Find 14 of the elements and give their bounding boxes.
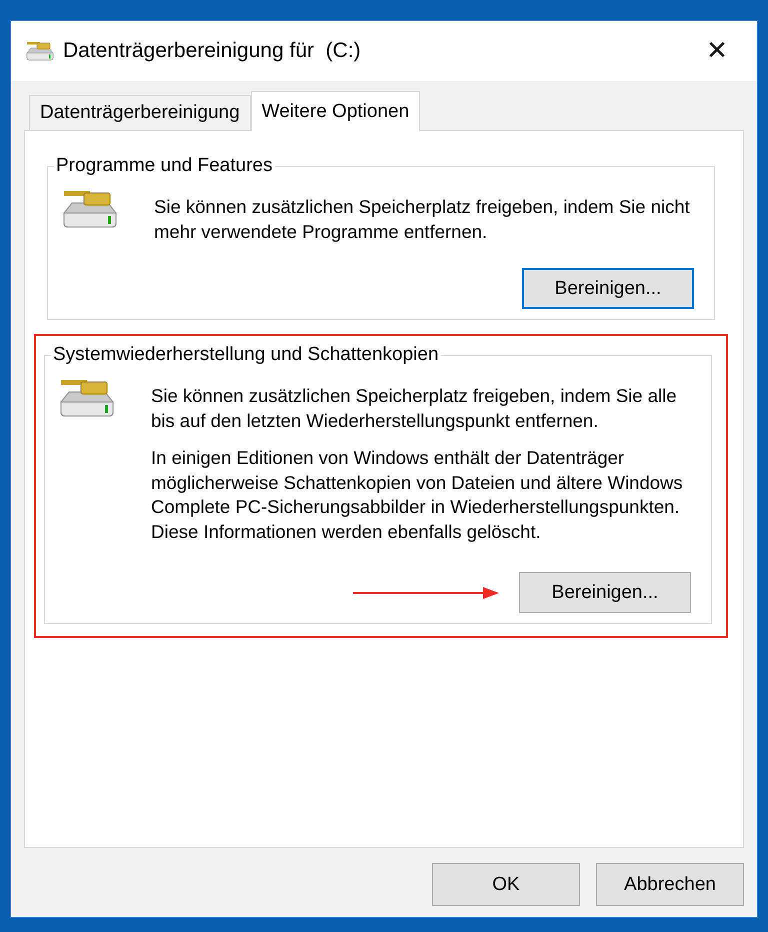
group-title: Programme und Features (55, 155, 274, 177)
cleanup-button[interactable]: Bereinigen... (519, 572, 691, 613)
close-button[interactable]: ✕ (687, 21, 747, 81)
cleanup-button[interactable]: Bereinigen... (522, 268, 694, 309)
description-text: Sie können zusätzlichen Speicherplatz freigeben, indem Sie alle bis auf den letzten Wiederherstellungspunkt entfernen. (151, 384, 678, 433)
drive-cleanup-icon (25, 40, 55, 62)
tab[interactable]: Weitere Optionen (250, 91, 420, 131)
group-title: Systemwiederherstellung und Schattenkopien (52, 344, 440, 366)
ok-button[interactable]: OK (432, 863, 580, 906)
tab[interactable]: Datenträgerbereinigung (29, 95, 251, 130)
description-text: Sie können zusätzlichen Speicherplatz freigeben, indem Sie nicht mehr verwendete Programme entfernen. (154, 195, 691, 244)
window-title: Datenträgerbereinigung für (C:) (63, 39, 362, 63)
description-text: In einigen Editionen von Windows enthält der Datenträger möglicherweise Schattenkopien von Dateien und ältere Windows Complete PC-Sicherungsabbilder in Wiederherstellungspunkten. Diese Informationen werden ebenfalls gelöscht. (151, 446, 684, 544)
cancel-button[interactable]: Abbrechen (596, 863, 744, 906)
